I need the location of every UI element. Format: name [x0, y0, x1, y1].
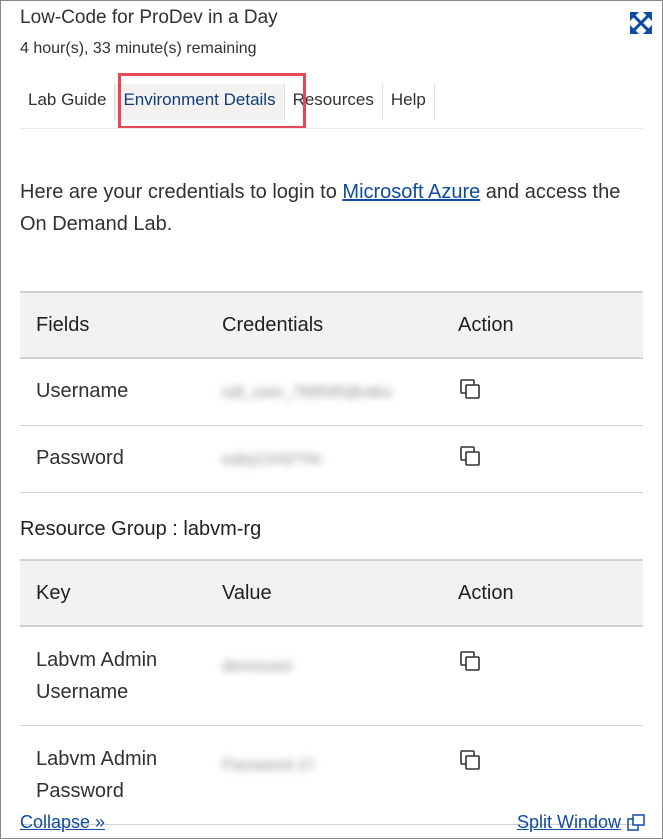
- labvm-admin-username-label: Labvm Admin Username: [20, 626, 206, 726]
- key-line1: Labvm Admin: [36, 648, 158, 671]
- table-header-row: Fields Credentials Action: [20, 291, 643, 359]
- split-window-label: Split Window: [517, 812, 622, 832]
- table-row: Password eaky2Jr42*Hs: [20, 425, 643, 493]
- table-row: Labvm Admin Password Password.1!!: [20, 725, 643, 825]
- tab-lab-guide[interactable]: Lab Guide: [20, 84, 116, 120]
- microsoft-azure-link[interactable]: Microsoft Azure: [342, 181, 480, 203]
- tab-help[interactable]: Help: [383, 84, 435, 120]
- collapse-link[interactable]: Collapse »: [20, 812, 105, 833]
- expand-arrows-icon[interactable]: [628, 10, 654, 36]
- resource-group-heading: Resource Group : labvm-rg: [20, 518, 262, 540]
- tab-divider: [20, 128, 643, 129]
- intro-text-before: Here are your credentials to login to: [20, 181, 343, 203]
- table-row: Username odl_user_768595@otku: [20, 358, 643, 426]
- key-line2: Password: [36, 779, 124, 802]
- column-header-fields: Fields: [20, 291, 206, 359]
- intro-text: Here are your credentials to login to Mi…: [20, 176, 640, 240]
- copy-icon[interactable]: [458, 444, 482, 468]
- field-password-label: Password: [20, 425, 206, 493]
- column-header-action: Action: [442, 291, 643, 359]
- table-row: Labvm Admin Username demouser: [20, 626, 643, 726]
- column-header-action: Action: [442, 559, 643, 627]
- admin-password-value[interactable]: Password.1!!: [206, 725, 442, 825]
- copy-icon[interactable]: [458, 748, 482, 772]
- field-username-label: Username: [20, 358, 206, 426]
- password-value[interactable]: eaky2Jr42*Hs: [206, 425, 442, 493]
- resource-table: Key Value Action Labvm Admin Username dem…: [20, 559, 643, 825]
- admin-password-value-text: Password.1!!: [222, 756, 315, 774]
- username-value-text: odl_user_768595@otku: [222, 384, 393, 402]
- key-line2: Username: [36, 680, 129, 703]
- column-header-value: Value: [206, 559, 442, 627]
- column-header-key: Key: [20, 559, 206, 627]
- credentials-table: Fields Credentials Action Username odl_u…: [20, 291, 643, 493]
- lab-title: Low-Code for ProDev in a Day: [20, 7, 278, 28]
- copy-icon[interactable]: [458, 377, 482, 401]
- username-value[interactable]: odl_user_768595@otku: [206, 358, 442, 426]
- admin-username-value-text: demouser: [222, 658, 294, 675]
- split-window-link[interactable]: Split Window: [517, 812, 646, 833]
- highlight-box: [118, 73, 306, 129]
- admin-username-value[interactable]: demouser: [206, 626, 442, 726]
- time-remaining: 4 hour(s), 33 minute(s) remaining: [20, 40, 257, 57]
- password-value-text: eaky2Jr42*Hs: [222, 451, 322, 468]
- split-window-icon: [627, 813, 645, 831]
- column-header-credentials: Credentials: [206, 291, 442, 359]
- labvm-admin-password-label: Labvm Admin Password: [20, 725, 206, 825]
- table-header-row: Key Value Action: [20, 559, 643, 627]
- key-line1: Labvm Admin: [36, 747, 158, 770]
- copy-icon[interactable]: [458, 649, 482, 673]
